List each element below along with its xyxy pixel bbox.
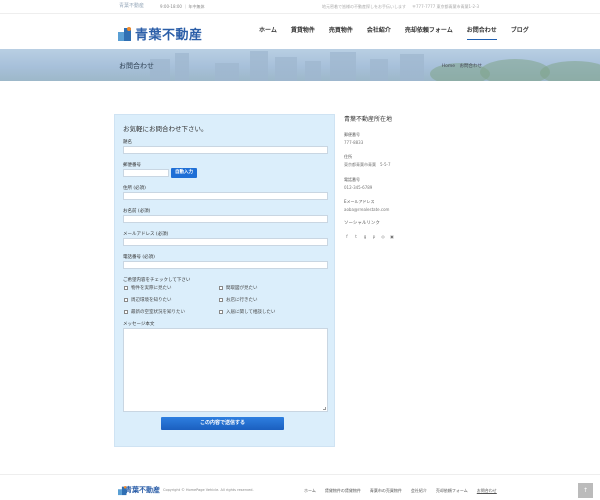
sidebar-phone-value: 012-345-6789 <box>344 185 373 190</box>
check-visit-store[interactable]: お店に行きたい <box>219 297 258 303</box>
checkbox[interactable] <box>219 286 223 290</box>
fullname-label: お名前 (必須) <box>123 209 151 214</box>
check-label: 入居に関して相談したい <box>226 310 276 315</box>
logo-text: 青葉不動産 <box>135 28 203 43</box>
check-label: 最新の空室状況を知りたい <box>131 310 185 315</box>
check-move-in-consult[interactable]: 入居に関して相談したい <box>219 309 275 315</box>
check-view-property[interactable]: 物件を実際に見たい <box>124 285 172 291</box>
page-title: お問合わせ <box>119 62 154 70</box>
breadcrumb-current: お問合わせ <box>459 64 483 69</box>
checkbox[interactable] <box>219 310 223 314</box>
resize-grip-icon[interactable] <box>323 407 326 410</box>
business-hours: 9:00-18:00 ｜ 年中無休 <box>160 4 205 9</box>
form-heading: お気軽にお問合わせ下さい。 <box>123 125 208 133</box>
footer-nav-company[interactable]: 会社紹介 <box>411 488 427 494</box>
email-input[interactable] <box>123 238 328 246</box>
checkbox[interactable] <box>124 298 128 302</box>
page-hero: お問合わせ Home お問合わせ <box>0 49 600 81</box>
contact-form: お気軽にお問合わせ下さい。 題名 郵便番号 自動入力 住所 (必須) お名前 (… <box>114 114 335 447</box>
site-logo[interactable]: 青葉不動産 <box>118 24 203 43</box>
footer-logo-text: 青葉不動産 <box>125 486 160 494</box>
sidebar-zip-value: 777-8833 <box>344 140 364 145</box>
tagline: 地元密着で皆様の不動産探しをお手伝いします <box>322 4 406 9</box>
google-plus-icon[interactable]: g <box>362 234 368 240</box>
site-footer: 青葉不動産 Copyright © HomePage Vehicle. All … <box>0 474 600 500</box>
address-input[interactable] <box>123 192 328 200</box>
check-label: 周辺環境を知りたい <box>131 298 172 303</box>
sidebar-email-value[interactable]: aoba@rrealestate.com <box>344 207 484 212</box>
subject-label: 題名 <box>123 140 132 145</box>
submit-button[interactable]: この内容で送信する <box>161 417 284 430</box>
address-label: 住所 (必須) <box>123 186 146 191</box>
footer-logo[interactable]: 青葉不動産 <box>118 485 160 495</box>
mini-logo[interactable]: 青葉不動産 <box>119 2 144 9</box>
footer-nav: ホーム 賃貸物件の賃貸物件 青葉市の売買物件 会社紹介 売却依頼フォーム お問合… <box>304 488 506 494</box>
message-label: メッセージ本文 <box>123 322 155 327</box>
nav-item-blog[interactable]: ブログ <box>504 28 536 40</box>
subject-input[interactable] <box>123 146 328 154</box>
checkbox[interactable] <box>219 298 223 302</box>
sidebar-phone-label: 電話番号 <box>344 177 360 182</box>
sidebar-title: 青葉不動産所在地 <box>344 116 393 123</box>
footer-nav-contact[interactable]: お問合わせ <box>477 488 497 494</box>
footer-nav-sell-request[interactable]: 売却依頼フォーム <box>436 488 468 494</box>
message-textarea[interactable] <box>123 328 328 412</box>
footer-nav-rental[interactable]: 賃貸物件の賃貸物件 <box>325 488 361 494</box>
header-address: 〒777-7777 東京都青葉市青葉1-2-3 <box>412 4 480 9</box>
nav-item-sale[interactable]: 売買物件 <box>322 28 360 40</box>
social-links: f t g p ◎ ▣ <box>344 234 484 240</box>
check-label: お店に行きたい <box>226 298 258 303</box>
office-info-sidebar: 青葉不動産所在地 郵便番号 777-8833 住所 東京都青葉市青葉 5-5-7… <box>344 114 484 240</box>
nav-item-rental[interactable]: 賃貸物件 <box>284 28 322 40</box>
nav-item-contact[interactable]: お問合わせ <box>460 28 504 40</box>
copyright: Copyright © HomePage Vehicle. All rights… <box>163 488 254 492</box>
back-to-top-button[interactable]: ↑ <box>578 483 593 498</box>
checklist-label: ご希望内容をチェックして下さい <box>123 278 191 283</box>
facebook-icon[interactable]: f <box>344 234 350 240</box>
sidebar-zip-label: 郵便番号 <box>344 132 360 137</box>
zip-autofill-button[interactable]: 自動入力 <box>171 168 197 178</box>
sidebar-address-value: 東京都青葉市青葉 5-5-7 <box>344 162 391 167</box>
breadcrumb-home[interactable]: Home <box>442 64 455 69</box>
check-vacancy[interactable]: 最新の空室状況を知りたい <box>124 309 185 315</box>
check-label: 間取図が見たい <box>226 286 258 291</box>
check-label: 物件を実際に見たい <box>131 286 172 291</box>
check-surroundings[interactable]: 周辺環境を知りたい <box>124 297 172 303</box>
zip-input[interactable] <box>123 169 169 177</box>
check-floor-plan[interactable]: 間取図が見たい <box>219 285 258 291</box>
nav-item-company[interactable]: 会社紹介 <box>360 28 398 40</box>
building-logo-icon <box>118 485 127 495</box>
sidebar-social-label: ソーシャルリンク <box>344 221 380 226</box>
instagram-icon[interactable]: ◎ <box>380 234 386 240</box>
nav-item-sell-request[interactable]: 売却依頼フォーム <box>398 28 460 40</box>
email-label: メールアドレス (必須) <box>123 232 169 237</box>
footer-nav-sale[interactable]: 青葉市の売買物件 <box>370 488 402 494</box>
nav-item-home[interactable]: ホーム <box>252 28 284 40</box>
sidebar-address-label: 住所 <box>344 154 352 159</box>
pinterest-icon[interactable]: p <box>371 234 377 240</box>
checkbox[interactable] <box>124 310 128 314</box>
building-logo-icon <box>118 26 132 41</box>
fullname-input[interactable] <box>123 215 328 223</box>
checkbox[interactable] <box>124 286 128 290</box>
global-nav: ホーム 賃貸物件 売買物件 会社紹介 売却依頼フォーム お問合わせ ブログ <box>252 28 536 40</box>
sidebar-email-label: Eメールアドレス <box>344 199 375 204</box>
rss-icon[interactable]: ▣ <box>389 234 395 240</box>
site-header: 青葉不動産 ホーム 賃貸物件 売買物件 会社紹介 売却依頼フォーム お問合わせ … <box>0 15 600 49</box>
breadcrumb: Home お問合わせ <box>439 63 482 69</box>
footer-nav-home[interactable]: ホーム <box>304 488 316 494</box>
zip-label: 郵便番号 <box>123 163 141 168</box>
top-info-bar: 青葉不動産 9:00-18:00 ｜ 年中無休 地元密着で皆様の不動産探しをお手… <box>0 0 600 14</box>
twitter-icon[interactable]: t <box>353 234 359 240</box>
phone-label: 電話番号 (必須) <box>123 255 155 260</box>
phone-input[interactable] <box>123 261 328 269</box>
